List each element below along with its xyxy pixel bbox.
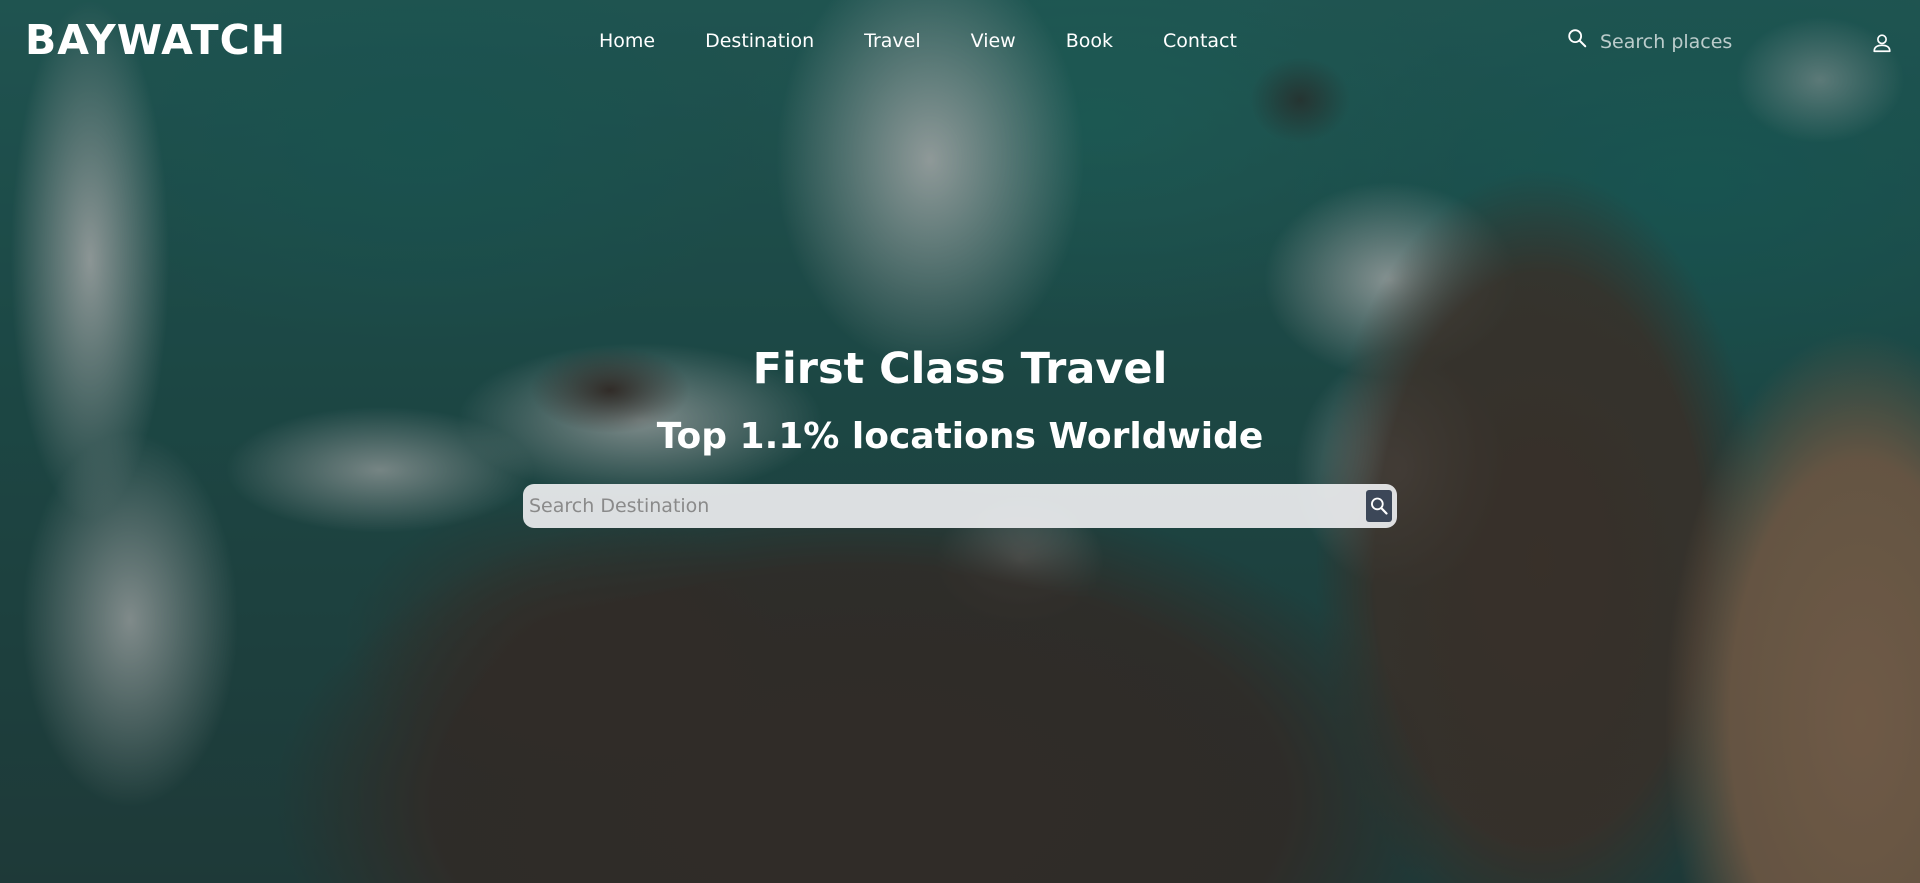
- destination-search-bar: [523, 484, 1397, 528]
- hero-section: BAYWATCH Home Destination Travel View Bo…: [0, 0, 1920, 883]
- hero-title: First Class Travel: [752, 344, 1168, 394]
- nav-search-input[interactable]: [1600, 31, 1790, 53]
- nav-item-destination[interactable]: Destination: [705, 30, 814, 52]
- nav-search: [1566, 22, 1796, 62]
- search-icon: [1371, 497, 1388, 515]
- nav-item-view[interactable]: View: [971, 30, 1016, 52]
- nav-item-travel[interactable]: Travel: [864, 30, 920, 52]
- logo[interactable]: BAYWATCH: [25, 16, 286, 64]
- main-menu: Home Destination Travel View Book Contac…: [599, 30, 1287, 52]
- destination-search-button[interactable]: [1366, 490, 1392, 522]
- nav-item-home[interactable]: Home: [599, 30, 655, 52]
- navbar: BAYWATCH Home Destination Travel View Bo…: [0, 0, 1920, 84]
- nav-item-book[interactable]: Book: [1066, 30, 1113, 52]
- hero-subtitle: Top 1.1% locations Worldwide: [656, 416, 1264, 457]
- user-icon[interactable]: [1871, 32, 1893, 54]
- search-icon[interactable]: [1566, 27, 1588, 49]
- nav-item-contact[interactable]: Contact: [1163, 30, 1237, 52]
- destination-search-input[interactable]: [529, 495, 1366, 517]
